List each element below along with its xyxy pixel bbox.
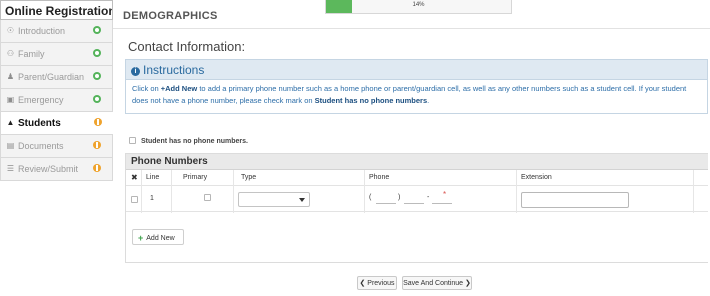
status-complete-icon	[93, 26, 101, 34]
instructions-title: Instructions	[143, 63, 205, 77]
column-divider	[516, 170, 517, 213]
status-incomplete-icon	[94, 118, 102, 126]
instructions-header: i Instructions	[125, 59, 708, 80]
sidebar-item-label: Family	[18, 49, 45, 59]
column-divider	[141, 170, 142, 213]
previous-button[interactable]: ❮ Previous	[357, 276, 397, 290]
sidebar-item-label: Review/Submit	[18, 164, 79, 174]
column-divider	[233, 170, 234, 213]
sidebar-item-label: Students	[18, 118, 61, 129]
instructions-text-part: Click on	[132, 84, 161, 93]
sidebar-item-label: Introduction	[18, 26, 66, 36]
sidebar-nav: ☉ Introduction ⚇ Family ♟ Parent/Guardia…	[0, 20, 113, 181]
extension-input[interactable]	[521, 192, 629, 208]
family-icon: ⚇	[6, 49, 15, 58]
instructions-text-part: .	[427, 96, 430, 105]
phone-open-paren: (	[369, 194, 372, 201]
sidebar-item-review-submit[interactable]: ☰ Review/Submit	[0, 158, 113, 181]
person-icon: ♟	[6, 72, 15, 81]
table-row: 1 ( ) - *	[126, 186, 708, 212]
row-line-number: 1	[150, 195, 154, 202]
sidebar-item-documents[interactable]: ▤ Documents	[0, 135, 113, 158]
save-and-continue-button[interactable]: Save And Continue ❯	[402, 276, 472, 290]
phone-dash: -	[427, 194, 430, 201]
column-primary: Primary	[183, 174, 208, 181]
registration-sidebar: Online Registration ☉ Introduction ⚇ Fam…	[0, 0, 113, 296]
column-divider	[364, 170, 365, 213]
instructions-bold-no-phone: Student has no phone numbers	[314, 96, 428, 105]
info-icon: i	[131, 67, 140, 76]
no-phone-label: Student has no phone numbers.	[141, 138, 248, 145]
sidebar-item-label: Documents	[18, 141, 64, 151]
lightbulb-icon: ☉	[6, 26, 15, 35]
chevron-down-icon	[299, 198, 305, 202]
no-phone-checkbox[interactable]	[129, 137, 136, 144]
header-divider	[113, 28, 710, 29]
column-phone: Phone	[369, 174, 390, 181]
phone-line-input[interactable]	[432, 203, 452, 204]
row-primary-checkbox[interactable]	[204, 194, 211, 201]
column-type: Type	[241, 174, 257, 181]
phone-numbers-panel: Phone Numbers ✖ Line Primary Type Phone …	[125, 153, 708, 263]
emergency-card-icon: ▣	[6, 95, 15, 104]
status-incomplete-icon	[93, 164, 101, 172]
sidebar-item-introduction[interactable]: ☉ Introduction	[0, 20, 113, 43]
required-marker: *	[443, 190, 447, 199]
delete-column-icon: ✖	[131, 173, 138, 182]
main-content: DEMOGRAPHICS 14% Contact Information: iI…	[113, 0, 710, 296]
document-icon: ▤	[6, 141, 15, 150]
phone-close-paren: )	[398, 194, 401, 201]
status-complete-icon	[93, 95, 101, 103]
phone-type-select[interactable]	[238, 192, 310, 207]
status-complete-icon	[93, 49, 101, 57]
progress-label: 14%	[412, 2, 425, 8]
column-extension: Extension	[521, 174, 552, 181]
section-title: DEMOGRAPHICS	[123, 10, 218, 22]
phone-numbers-title: Phone Numbers	[126, 154, 708, 170]
sidebar-item-parent-guardian[interactable]: ♟ Parent/Guardian	[0, 66, 113, 89]
page-title: Contact Information:	[128, 39, 246, 54]
no-phone-option: Student has no phone numbers.	[129, 137, 248, 145]
instructions-text: Click on +Add New to add a primary phone…	[125, 80, 708, 114]
phone-prefix-input[interactable]	[404, 203, 424, 204]
plus-icon: +	[138, 233, 144, 243]
status-incomplete-icon	[93, 141, 101, 149]
add-new-label: Add New	[146, 235, 175, 242]
column-divider	[693, 170, 694, 213]
row-delete-checkbox[interactable]	[131, 196, 138, 203]
phone-area-code-input[interactable]	[376, 203, 396, 204]
instructions-bold-add-new: +Add New	[160, 84, 198, 93]
status-complete-icon	[93, 72, 101, 80]
sidebar-item-emergency[interactable]: ▣ Emergency	[0, 89, 113, 112]
list-icon: ☰	[6, 164, 15, 173]
column-line: Line	[146, 174, 160, 181]
sidebar-item-family[interactable]: ⚇ Family	[0, 43, 113, 66]
graduation-cap-icon: ▲	[6, 118, 15, 127]
sidebar-item-students[interactable]: ▲ Students	[0, 112, 113, 135]
table-header: ✖ Line Primary Type Phone Extension	[126, 170, 708, 186]
add-new-button[interactable]: + Add New	[132, 229, 184, 245]
column-divider	[171, 170, 172, 213]
progress-bar: 14%	[325, 0, 512, 14]
sidebar-item-label: Parent/Guardian	[18, 72, 85, 82]
sidebar-item-label: Emergency	[18, 95, 64, 105]
sidebar-title: Online Registration	[0, 0, 113, 20]
